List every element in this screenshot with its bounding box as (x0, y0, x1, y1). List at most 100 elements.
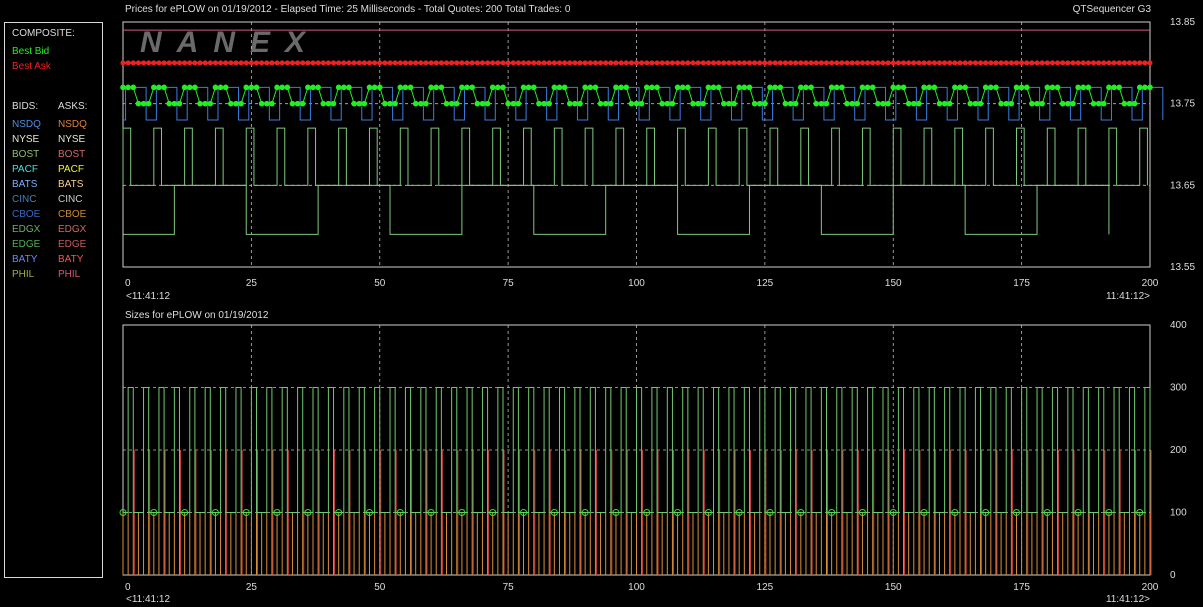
best-ask-point (978, 60, 984, 66)
best-bid-point (341, 84, 347, 91)
best-bid-point (592, 84, 599, 91)
price-end-time: 11:41:12> (1106, 291, 1150, 302)
best-ask-point (957, 60, 963, 66)
best-bid-point (258, 100, 265, 107)
best-ask-point (279, 60, 285, 66)
price-x-tick: 25 (246, 278, 258, 289)
best-ask-point (284, 60, 290, 66)
best-bid-point (145, 100, 152, 107)
best-bid-point (952, 84, 958, 91)
best-bid-point (335, 84, 342, 91)
best-bid-point (207, 100, 214, 107)
best-bid-point (720, 100, 727, 107)
size-x-tick: 100 (628, 582, 645, 593)
best-bid-point (515, 100, 522, 107)
best-ask-point (387, 60, 393, 66)
best-bid-point (623, 84, 630, 91)
best-bid-point (885, 100, 891, 107)
best-bid-point (171, 100, 178, 107)
best-ask-point (1070, 60, 1076, 66)
best-bid-point (1044, 84, 1051, 91)
best-bid-point (1003, 100, 1010, 107)
size-y-tick: 100 (1170, 508, 1187, 519)
best-bid-point (890, 84, 897, 91)
best-ask-point (1003, 60, 1009, 66)
best-bid-point (376, 84, 383, 91)
best-ask-point (361, 60, 367, 66)
best-bid-point (479, 100, 486, 107)
best-bid-point (443, 100, 450, 107)
best-bid-point (489, 84, 496, 91)
best-bid-point (274, 84, 280, 91)
best-ask-point (849, 60, 855, 66)
best-bid-point (130, 84, 137, 91)
best-bid-point (1147, 84, 1153, 91)
best-ask-point (1085, 60, 1091, 66)
best-ask-point (993, 60, 999, 66)
best-bid-point (638, 100, 645, 107)
best-ask-point (382, 60, 388, 66)
best-ask-point (1091, 60, 1097, 66)
best-ask-point (1080, 60, 1086, 66)
best-bid-point (222, 84, 229, 91)
best-ask-point (289, 60, 295, 66)
best-bid-point (510, 100, 517, 107)
best-ask-point (649, 60, 655, 66)
best-bid-point (1142, 84, 1148, 91)
price-x-tick: 175 (1013, 278, 1030, 289)
best-bid-point (674, 84, 681, 91)
best-ask-point (762, 60, 768, 66)
best-bid-point (705, 84, 712, 91)
best-ask-point (798, 60, 804, 66)
best-ask-point (895, 60, 901, 66)
best-bid-point (279, 84, 285, 91)
best-bid-point (787, 100, 794, 107)
best-ask-point (859, 60, 865, 66)
best-bid-point (798, 84, 804, 91)
best-bid-point (212, 84, 219, 91)
best-ask-point (141, 60, 147, 66)
best-ask-point (356, 60, 362, 66)
best-ask-point (634, 60, 639, 66)
best-ask-point (192, 60, 198, 66)
best-ask-point (1101, 60, 1107, 66)
best-ask-point (166, 60, 172, 66)
best-bid-point (613, 84, 619, 91)
size-y-tick: 400 (1170, 320, 1187, 331)
best-bid-point (685, 84, 691, 91)
best-ask-point (916, 60, 922, 66)
best-bid-point (777, 84, 784, 91)
size-start-time: <11:41:12 (126, 594, 170, 605)
best-ask-point (721, 60, 727, 66)
best-ask-point (182, 60, 188, 66)
best-ask-point (336, 60, 342, 66)
best-bid-point (1121, 100, 1128, 107)
best-ask-point (310, 60, 316, 66)
best-bid-point (726, 100, 732, 107)
nanex-watermark: NANEX (140, 26, 320, 59)
best-bid-point (299, 100, 306, 107)
best-ask-point (1049, 60, 1055, 66)
best-bid-point (181, 84, 188, 91)
best-bid-point (176, 100, 183, 107)
best-bid-point (1090, 100, 1097, 107)
best-bid-point (957, 84, 963, 91)
best-bid-point (762, 100, 768, 107)
best-bid-point (469, 84, 475, 91)
best-ask-point (962, 60, 968, 66)
best-ask-point (351, 60, 357, 66)
best-ask-point (490, 60, 496, 66)
best-bid-point (1023, 84, 1030, 91)
best-ask-point (972, 60, 978, 66)
best-ask-point (680, 60, 686, 66)
best-ask-point (187, 60, 193, 66)
best-ask-point (1096, 60, 1102, 66)
size-x-tick: 150 (885, 582, 902, 593)
price-x-tick: 100 (628, 278, 645, 289)
best-bid-point (1095, 100, 1102, 107)
best-bid-point (936, 100, 943, 107)
best-ask-point (408, 60, 414, 66)
best-bid-point (1008, 100, 1015, 107)
best-bid-point (228, 100, 234, 107)
best-ask-point (890, 60, 896, 66)
